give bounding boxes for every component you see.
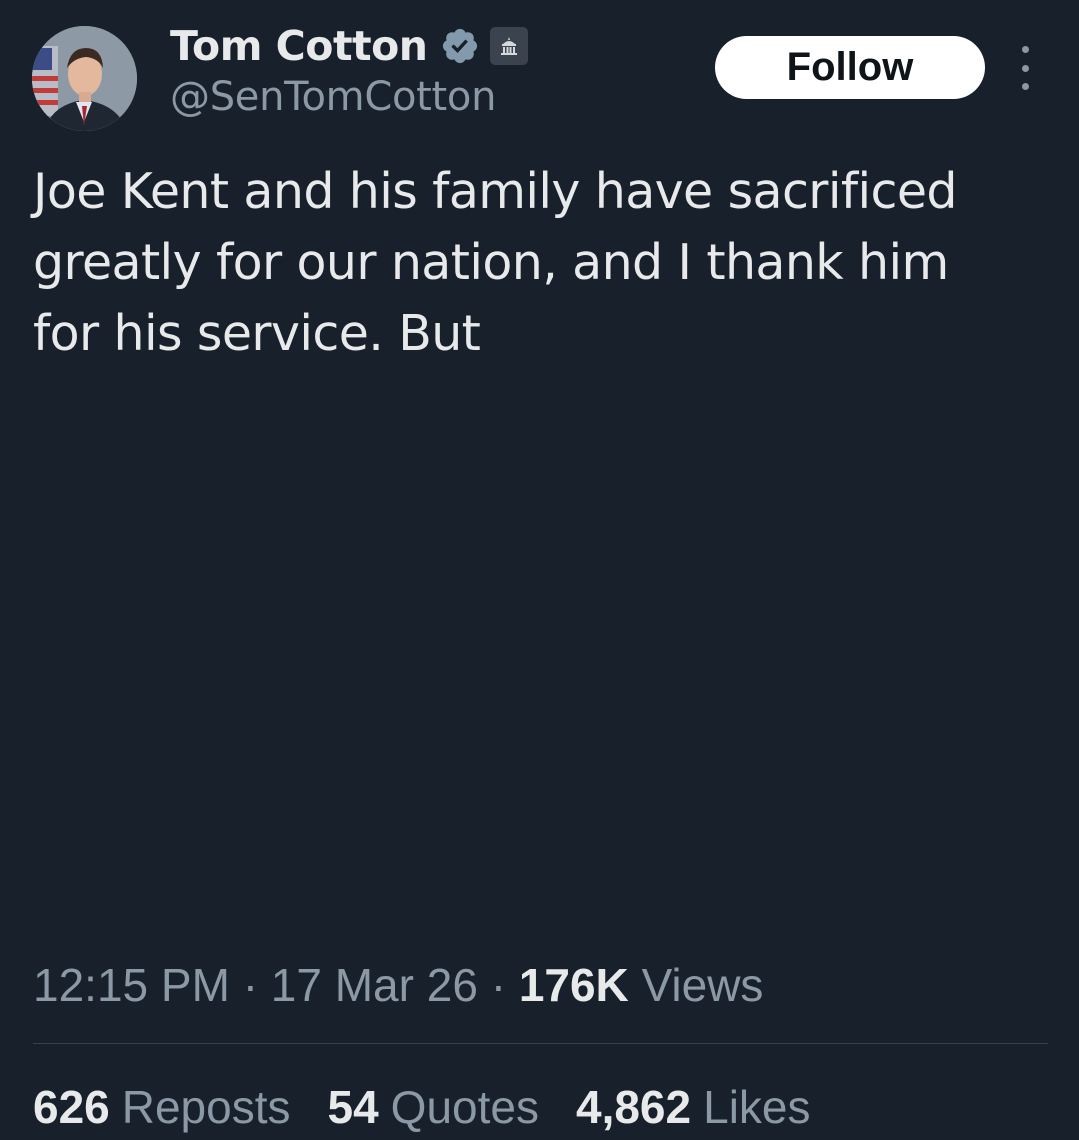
quotes-label: Quotes	[390, 1081, 539, 1133]
reposts-label: Reposts	[121, 1081, 291, 1133]
author-display-name[interactable]: Tom Cotton	[170, 22, 428, 70]
tweet-detail: Tom Cotton @SenTomCotton Follow Joe Kent…	[0, 0, 1079, 1140]
author-name-row: Tom Cotton	[170, 18, 528, 74]
tweet-time[interactable]: 12:15 PM	[33, 958, 230, 1012]
views-count[interactable]: 176K	[519, 958, 629, 1012]
meta-separator: ·	[478, 958, 519, 1012]
follow-button[interactable]: Follow	[715, 36, 985, 99]
views-label: Views	[629, 958, 764, 1012]
likes-count: 4,862	[575, 1081, 692, 1133]
reposts-stat[interactable]: 626 Reposts	[33, 1080, 291, 1134]
meta-separator: ·	[230, 958, 271, 1012]
separator-dot: ·	[242, 959, 259, 1011]
quotes-stat[interactable]: 54 Quotes	[328, 1080, 539, 1134]
tweet-date[interactable]: 17 Mar 26	[271, 958, 478, 1012]
quotes-count: 54	[327, 1081, 379, 1133]
author-handle[interactable]: @SenTomCotton	[170, 74, 496, 120]
separator-dot: ·	[490, 959, 507, 1011]
avatar-photo	[32, 26, 137, 131]
verified-badge-icon	[440, 26, 480, 66]
more-dot	[1021, 46, 1029, 53]
more-dot	[1021, 64, 1029, 72]
views-label-text: Views	[641, 959, 764, 1011]
engagement-stats: 626 Reposts 54 Quotes 4,862 Likes	[33, 1072, 848, 1140]
more-vertical-icon[interactable]	[1010, 46, 1040, 90]
more-dot	[1021, 83, 1029, 90]
divider	[33, 1043, 1048, 1044]
likes-stat[interactable]: 4,862 Likes	[576, 1080, 811, 1134]
avatar[interactable]	[32, 26, 137, 131]
tweet-text: Joe Kent and his family have sacrificed …	[33, 163, 958, 362]
government-building-icon	[489, 27, 528, 65]
tweet-meta: 12:15 PM · 17 Mar 26 · 176K Views	[33, 950, 763, 1020]
likes-label: Likes	[703, 1081, 811, 1133]
reposts-count: 626	[33, 1081, 110, 1133]
